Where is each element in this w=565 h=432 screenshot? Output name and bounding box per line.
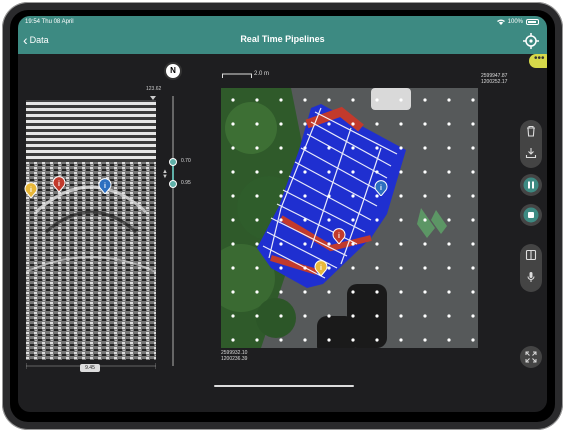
map-view[interactable] [221,88,478,348]
slider-upper-handle[interactable] [169,158,177,166]
slider-track [172,96,174,366]
expand-icon [525,351,537,363]
compass-icon[interactable]: N [164,62,182,80]
data-actions-group [520,120,542,168]
locate-icon[interactable] [523,33,539,49]
navigation-bar: ‹ Data Real Time Pipelines [18,28,547,54]
home-indicator[interactable] [214,385,354,387]
recording-controls [520,174,542,234]
voice-note-button[interactable] [520,266,542,288]
battery-percent: 100% [507,19,523,25]
split-icon [525,249,537,261]
svg-text:i: i [58,181,60,188]
pipe-marker-blue-icon[interactable]: i [98,178,112,194]
grid-dots [221,88,478,348]
page-title: Real Time Pipelines [240,34,325,44]
pause-button[interactable] [520,174,542,196]
slider-lower-value: 0.95 [181,180,191,186]
slider-upper-value: 0.70 [181,158,191,164]
map-coordinate-bottom-left: 2599932.10 1200236.39 [221,350,247,362]
fullscreen-button[interactable] [520,346,542,368]
status-bar: 19:54 Thu 08 April 100% [18,16,547,28]
svg-text:i: i [30,187,32,194]
delete-button[interactable] [520,120,542,142]
coordinate-north: 1200236.39 [221,356,248,362]
status-time: 19:54 Thu 08 April [25,19,74,25]
map-marker-blue-icon[interactable]: i [374,180,388,196]
pipe-marker-red-icon[interactable]: i [52,176,66,192]
battery-icon [526,19,539,25]
map-marker-yellow-icon[interactable]: i [314,260,328,276]
export-button[interactable] [520,142,542,164]
depth-range-slider[interactable] [169,96,177,366]
download-icon [525,148,537,159]
view-tools-group [520,244,542,292]
pipe-marker-yellow-icon[interactable]: i [24,182,38,198]
map-coordinate-top-right: 2599947.87 1200252.17 [481,73,507,85]
more-button[interactable]: ••• [529,54,547,68]
pause-icon [523,177,539,193]
coordinate-north: 1200252.17 [481,79,508,85]
stop-button[interactable] [520,204,542,226]
up-down-arrow-icon: ▲ ▼ [162,169,168,180]
scan-top-value: 123.62 [146,86,162,92]
svg-text:i: i [320,265,322,272]
svg-text:i: i [380,185,382,192]
slider-lower-handle[interactable] [169,180,177,188]
svg-text:i: i [104,183,106,190]
fullscreen-control[interactable] [520,346,542,368]
microphone-icon [527,272,535,282]
app-screen: 19:54 Thu 08 April 100% ‹ Data Real Time… [18,16,547,412]
map-scale-bar [222,73,252,78]
trash-icon [527,125,535,137]
split-view-button[interactable] [520,244,542,266]
wifi-icon [496,19,505,25]
map-scale-label: 2.0 m [254,71,270,77]
map-marker-red-icon[interactable]: i [332,228,346,244]
scan-bottom-value: 9.45 [80,364,100,372]
radargram-view[interactable] [26,102,156,360]
svg-text:i: i [338,233,340,240]
stop-icon [523,207,539,223]
